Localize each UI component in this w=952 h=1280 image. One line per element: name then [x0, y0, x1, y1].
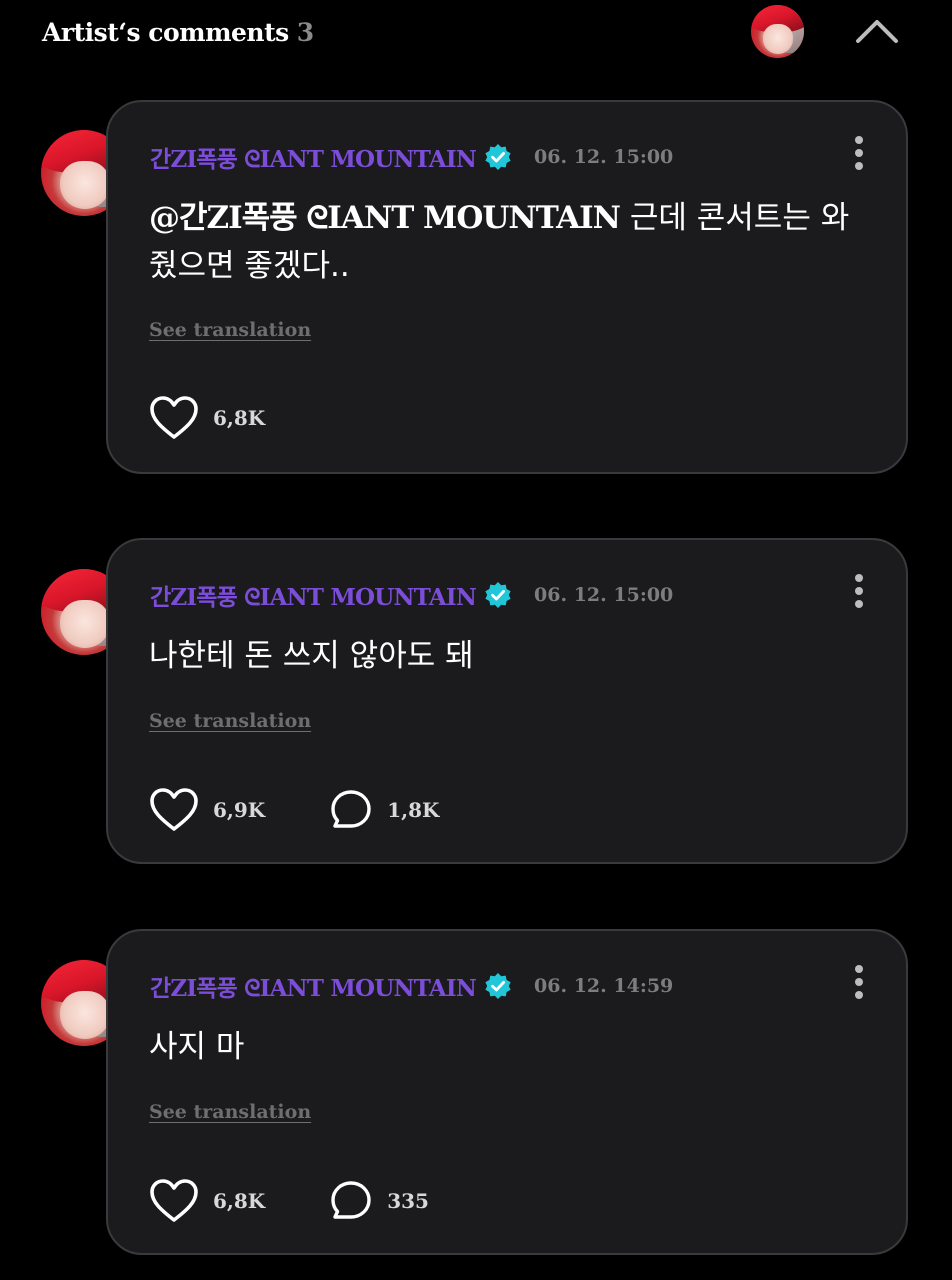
verified-badge-icon — [485, 582, 511, 608]
see-translation-link[interactable]: See translation — [149, 319, 311, 341]
more-vertical-icon — [855, 965, 863, 973]
see-translation-link[interactable]: See translation — [149, 710, 311, 732]
comment-count: 3 — [296, 18, 314, 47]
like-count: 6,8K — [213, 1189, 266, 1213]
author-name[interactable]: 간ZI폭풍 ᘓIANT MOUNTAIN — [150, 140, 477, 174]
reply-button[interactable]: 335 — [329, 1179, 429, 1223]
author-name[interactable]: 간ZI폭풍 ᘓIANT MOUNTAIN — [150, 578, 477, 612]
more-options-button[interactable] — [852, 136, 866, 176]
speech-bubble-icon — [331, 1181, 371, 1219]
more-options-button[interactable] — [852, 965, 866, 1005]
reply-count: 335 — [387, 1189, 429, 1213]
comment-card: 간ZI폭풍 ᘓIANT MOUNTAIN 06. 12. 14:59 사지 마 … — [106, 929, 908, 1255]
like-button[interactable]: 6,8K — [149, 1178, 265, 1224]
verified-badge-icon — [485, 973, 511, 999]
comment-body: 사지 마 — [149, 1023, 869, 1071]
like-button[interactable]: 6,8K — [149, 395, 265, 441]
comment-actions: 6,8K — [149, 394, 265, 442]
comment-timestamp: 06. 12. 15:00 — [534, 584, 674, 606]
comment-header: 간ZI폭풍 ᘓIANT MOUNTAIN 06. 12. 15:00 — [150, 578, 673, 612]
comment-card: 간ZI폭풍 ᘓIANT MOUNTAIN 06. 12. 15:00 @간ZI폭… — [106, 100, 908, 474]
more-vertical-icon — [855, 574, 863, 582]
artist-avatar[interactable] — [751, 5, 804, 58]
comment-text: 나한테 돈 쓰지 않아도 돼 — [149, 638, 474, 674]
see-translation-link[interactable]: See translation — [149, 1101, 311, 1123]
comment-actions: 6,8K 335 — [149, 1177, 429, 1225]
heart-icon — [150, 396, 198, 439]
like-count: 6,8K — [213, 406, 266, 430]
comment-body: @간ZI폭풍 ᘓIANT MOUNTAIN 근데 콘서트는 와줬으면 좋겠다.. — [149, 194, 869, 290]
more-options-button[interactable] — [852, 574, 866, 614]
comment-actions: 6,9K 1,8K — [149, 786, 439, 834]
like-button[interactable]: 6,9K — [149, 787, 265, 833]
comment-body: 나한테 돈 쓰지 않아도 돼 — [149, 632, 869, 680]
heart-icon — [150, 788, 198, 831]
verified-badge-icon — [485, 144, 511, 170]
section-title: Artist‘s comments 3 — [42, 18, 314, 47]
reply-button[interactable]: 1,8K — [329, 788, 439, 832]
comment-text: 사지 마 — [149, 1029, 245, 1065]
author-name[interactable]: 간ZI폭풍 ᘓIANT MOUNTAIN — [150, 969, 477, 1003]
comment-timestamp: 06. 12. 14:59 — [534, 975, 674, 997]
collapse-button[interactable] — [852, 12, 902, 48]
comment-card: 간ZI폭풍 ᘓIANT MOUNTAIN 06. 12. 15:00 나한테 돈… — [106, 538, 908, 864]
like-count: 6,9K — [213, 798, 266, 822]
reply-count: 1,8K — [387, 798, 440, 822]
speech-bubble-icon — [331, 790, 371, 828]
comment-header: 간ZI폭풍 ᘓIANT MOUNTAIN 06. 12. 15:00 — [150, 140, 673, 174]
artist-comments-header: Artist‘s comments 3 — [0, 0, 952, 72]
comment-timestamp: 06. 12. 15:00 — [534, 146, 674, 168]
mention-link[interactable]: @간ZI폭풍 ᘓIANT MOUNTAIN — [149, 200, 621, 236]
comment-header: 간ZI폭풍 ᘓIANT MOUNTAIN 06. 12. 14:59 — [150, 969, 673, 1003]
section-title-label: Artist‘s comments — [42, 18, 289, 47]
chevron-up-icon — [856, 20, 898, 43]
more-vertical-icon — [855, 136, 863, 144]
heart-icon — [150, 1179, 198, 1222]
